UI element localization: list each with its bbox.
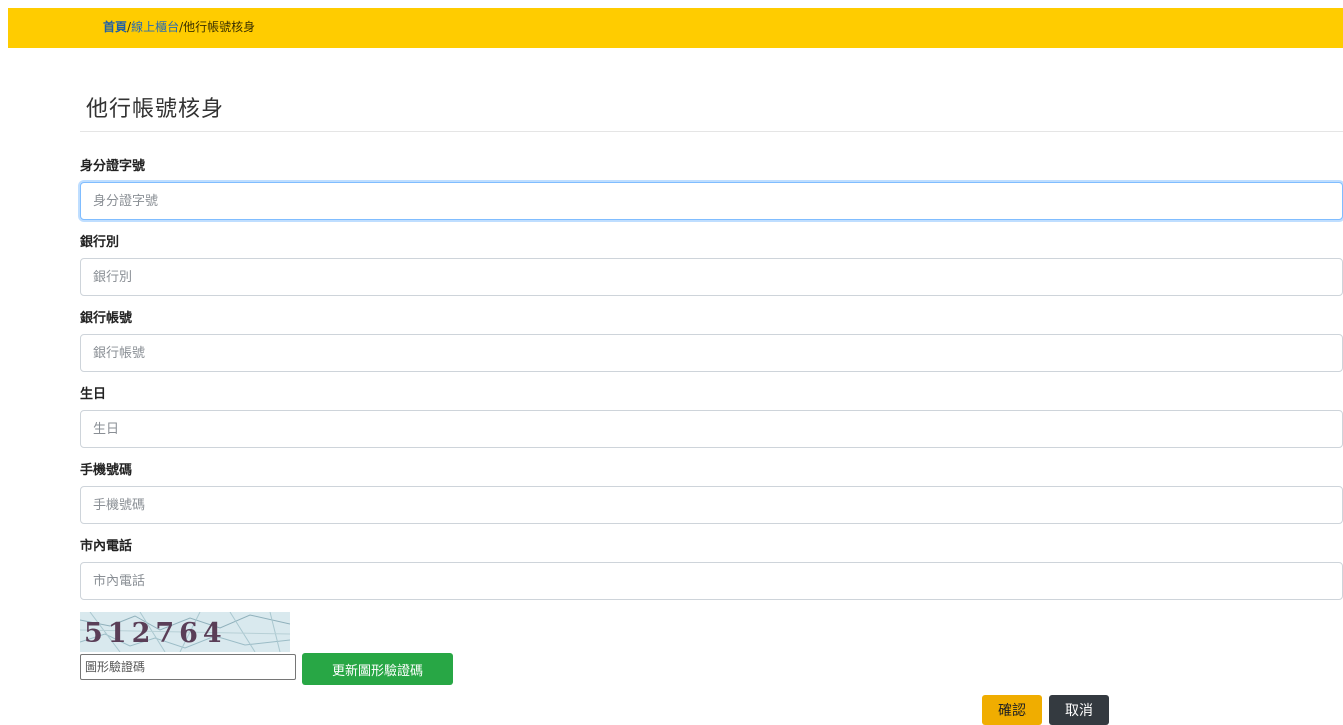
phone-input[interactable]: [80, 562, 1343, 600]
account-input[interactable]: [80, 334, 1343, 372]
title-divider: [80, 131, 1343, 132]
phone-label: 市內電話: [80, 539, 133, 554]
breadcrumb-current: 他行帳號核身: [183, 20, 256, 34]
captcha-input[interactable]: [80, 654, 296, 680]
mobile-label: 手機號碼: [80, 463, 133, 478]
account-label: 銀行帳號: [80, 311, 133, 326]
bank-label: 銀行別: [80, 235, 120, 250]
id-number-label: 身分證字號: [80, 159, 146, 174]
top-bar: 首頁/線上櫃台/他行帳號核身: [8, 8, 1343, 48]
breadcrumb-section-link[interactable]: 線上櫃台: [131, 20, 179, 34]
breadcrumb-home-link[interactable]: 首頁: [103, 20, 127, 34]
bank-input[interactable]: [80, 258, 1343, 296]
confirm-button[interactable]: 確認: [982, 695, 1042, 725]
birthday-label: 生日: [80, 387, 107, 402]
page-title: 他行帳號核身: [86, 97, 225, 122]
birthday-input[interactable]: [80, 410, 1343, 448]
breadcrumb: 首頁/線上櫃台/他行帳號核身: [103, 20, 255, 34]
mobile-input[interactable]: [80, 486, 1343, 524]
captcha-code: 512764: [84, 618, 227, 649]
refresh-captcha-button[interactable]: 更新圖形驗證碼: [302, 653, 453, 685]
captcha-image: 512764: [80, 612, 290, 652]
cancel-button[interactable]: 取消: [1049, 695, 1109, 725]
id-number-input[interactable]: [80, 182, 1343, 220]
